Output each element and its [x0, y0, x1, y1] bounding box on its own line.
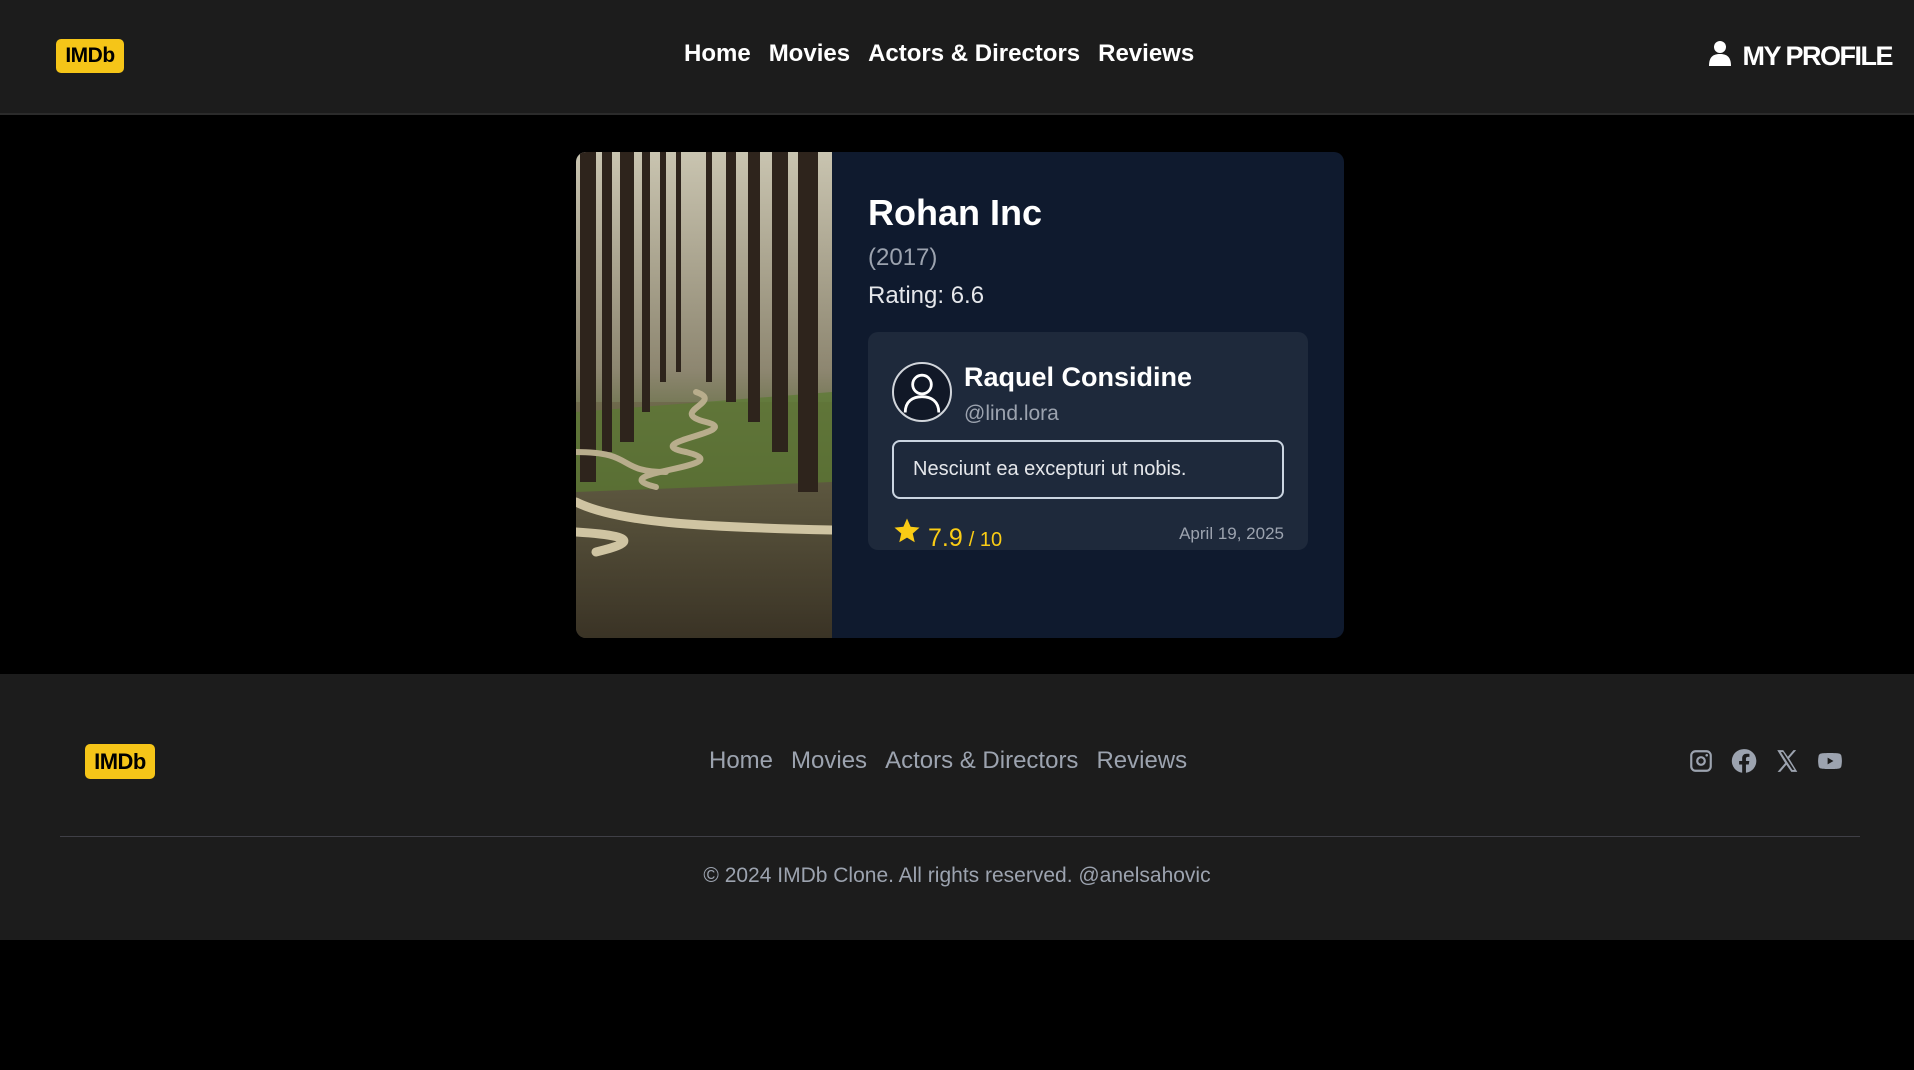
movie-poster	[576, 152, 832, 638]
my-profile-link[interactable]: MY PROFILE	[1708, 40, 1893, 73]
site-header: IMDb Home Movies Actors & Directors Revi…	[0, 0, 1914, 115]
reviewer-handle: @lind.lora	[964, 402, 1059, 425]
reviewer-name[interactable]: Raquel Considine	[964, 362, 1192, 393]
movie-title: Rohan Inc	[868, 192, 1043, 233]
review-date: April 19, 2025	[1179, 524, 1284, 543]
movie-year: (2017)	[868, 244, 938, 271]
imdb-logo[interactable]: IMDb	[56, 39, 124, 73]
footer-nav: Home Movies Actors & Directors Reviews	[709, 747, 1187, 775]
review-score-max: / 10	[968, 529, 1003, 551]
nav-actors-directors[interactable]: Actors & Directors	[868, 40, 1080, 68]
review-comment: Nesciunt ea excepturi ut nobis.	[892, 440, 1284, 499]
copyright-text: © 2024 IMDb Clone. All rights reserved. …	[703, 864, 1211, 887]
user-icon	[1708, 40, 1732, 73]
review-card: Raquel Considine @lind.lora Nesciunt ea …	[868, 332, 1308, 553]
movie-rating: Rating: 6.6	[868, 282, 985, 309]
footer-imdb-logo[interactable]: IMDb	[85, 744, 155, 779]
footer-nav-actors-directors[interactable]: Actors & Directors	[885, 747, 1078, 775]
main-nav: Home Movies Actors & Directors Reviews	[684, 40, 1194, 68]
nav-reviews[interactable]: Reviews	[1098, 40, 1194, 68]
nav-home[interactable]: Home	[684, 40, 751, 68]
my-profile-label: MY PROFILE	[1742, 41, 1893, 71]
site-footer: IMDb Home Movies Actors & Directors Revi…	[0, 674, 1914, 940]
star-icon	[892, 516, 922, 551]
review-score: 7.9 / 10	[892, 516, 1002, 553]
movie-card: Rohan Inc (2017) Rating: 6.6 Raquel Cons…	[576, 152, 1344, 638]
nav-movies[interactable]: Movies	[769, 40, 850, 68]
footer-divider	[60, 836, 1860, 837]
avatar[interactable]	[892, 362, 952, 422]
review-score-value: 7.9	[928, 524, 963, 552]
social-links	[1688, 748, 1843, 774]
footer-nav-home[interactable]: Home	[709, 747, 773, 775]
footer-nav-movies[interactable]: Movies	[791, 747, 867, 775]
facebook-icon[interactable]	[1731, 748, 1757, 774]
youtube-icon[interactable]	[1817, 748, 1843, 774]
footer-nav-reviews[interactable]: Reviews	[1096, 747, 1187, 775]
movie-info: Rohan Inc (2017) Rating: 6.6	[868, 192, 1042, 310]
x-icon[interactable]	[1774, 748, 1800, 774]
instagram-icon[interactable]	[1688, 748, 1714, 774]
